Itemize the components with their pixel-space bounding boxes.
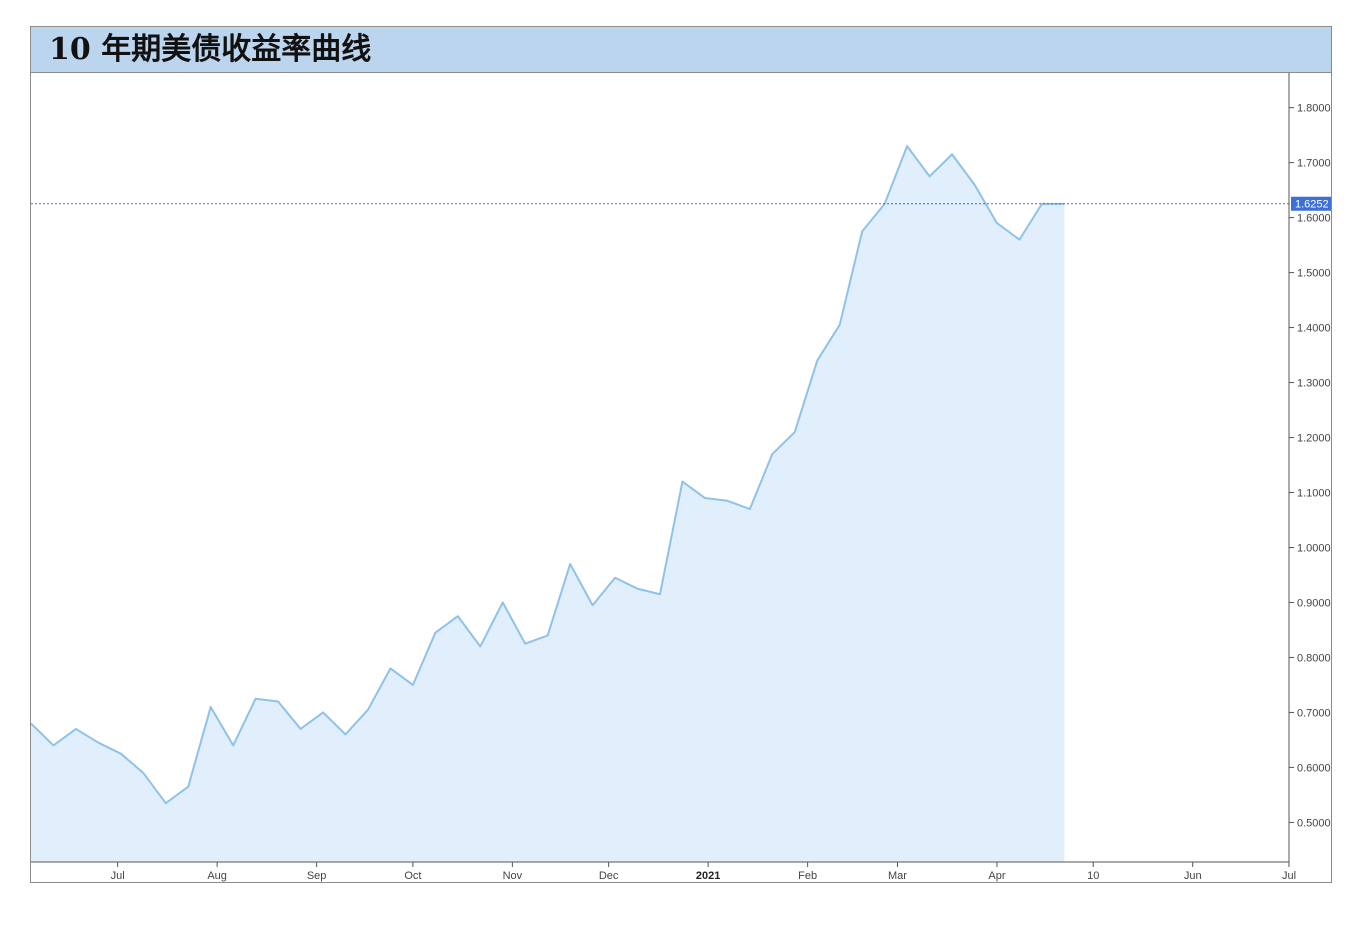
x-tick-label: Nov [503, 870, 523, 882]
y-tick-label: 1.0000 [1297, 542, 1331, 554]
y-tick-label: 1.7000 [1297, 158, 1331, 170]
y-tick-label: 0.9000 [1297, 597, 1331, 609]
y-tick-label: 1.3000 [1297, 378, 1331, 390]
x-tick-label: Oct [404, 870, 421, 882]
x-tick-label: Aug [207, 870, 227, 882]
y-tick-label: 1.4000 [1297, 323, 1331, 335]
yield-area-fill [31, 146, 1065, 862]
y-tick-label: 0.5000 [1297, 817, 1331, 829]
x-axis: Jul Aug Sep Oct Nov Dec 2021 Feb Mar Apr 10 Jun Jul [111, 862, 1296, 882]
last-value-tag: 1.6252 [1291, 196, 1331, 211]
y-tick-label: 1.8000 [1297, 103, 1331, 115]
y-tick-label: 1.6000 [1297, 213, 1331, 225]
x-tick-label: 2021 [696, 870, 720, 882]
y-tick-label: 0.7000 [1297, 707, 1331, 719]
chart-plot: 1.8000 1.7000 1.6000 1.5000 1.4000 1.3000 1.20… [31, 73, 1331, 882]
x-tick-label: Mar [888, 870, 907, 882]
last-value-tag-label: 1.6252 [1295, 199, 1329, 211]
x-tick-label: Feb [798, 870, 817, 882]
x-tick-label: 10 [1087, 870, 1099, 882]
y-axis: 1.8000 1.7000 1.6000 1.5000 1.4000 1.3000 1.20… [1289, 103, 1331, 829]
x-tick-label: Dec [599, 870, 619, 882]
chart-frame: 1.8000 1.7000 1.6000 1.5000 1.4000 1.3000 1.20… [30, 26, 1332, 883]
y-tick-label: 1.1000 [1297, 488, 1331, 500]
chart-title: 10 年期美债收益率曲线 [49, 32, 372, 67]
x-tick-label: Apr [988, 870, 1005, 882]
y-tick-label: 1.5000 [1297, 268, 1331, 280]
plot-area [31, 145, 1289, 862]
x-tick-label: Sep [307, 870, 327, 882]
y-tick-label: 0.6000 [1297, 762, 1331, 774]
x-tick-label: Jun [1184, 870, 1202, 882]
y-tick-label: 0.8000 [1297, 652, 1331, 664]
x-tick-label: Jul [111, 870, 125, 882]
title-bar: 10 年期美债收益率曲线 [31, 27, 1331, 73]
y-tick-label: 1.2000 [1297, 433, 1331, 445]
x-tick-label: Jul [1282, 870, 1296, 882]
